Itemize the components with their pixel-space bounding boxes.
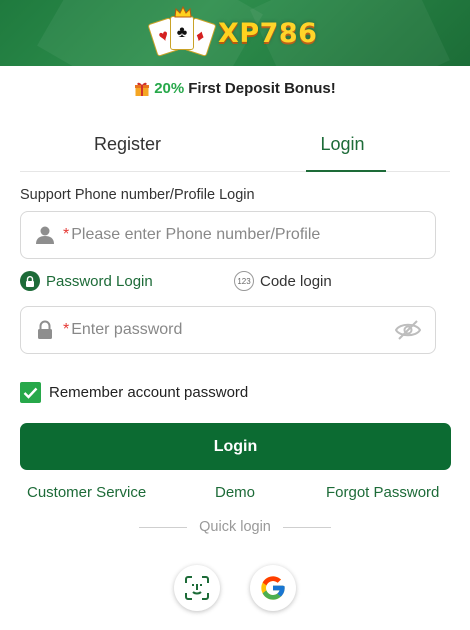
logo-text: XP786 (218, 17, 318, 49)
password-login-label: Password Login (46, 272, 153, 290)
crown-icon (174, 6, 192, 18)
password-input[interactable] (71, 321, 372, 339)
phone-input[interactable] (71, 226, 372, 244)
quick-login-label: Quick login (199, 519, 271, 535)
user-icon (36, 226, 54, 244)
support-label: Support Phone number/Profile Login (20, 187, 255, 203)
password-field[interactable]: * (20, 306, 436, 354)
eye-closed-icon[interactable] (395, 319, 421, 341)
checkmark-icon (23, 387, 38, 399)
header-banner: ♥ ♣ ♦ XP786 (0, 0, 470, 66)
customer-service-link[interactable]: Customer Service (27, 484, 146, 501)
brand-logo: ♥ ♣ ♦ XP786 (147, 6, 318, 60)
google-icon (261, 576, 285, 600)
password-login-option[interactable]: Password Login (20, 271, 153, 291)
tab-register[interactable]: Register (20, 122, 235, 171)
quick-login-divider: Quick login (0, 519, 470, 535)
cards-logo-icon: ♥ ♣ ♦ (147, 6, 217, 58)
lock-icon (38, 320, 52, 339)
bonus-text: First Deposit Bonus! (188, 80, 336, 97)
code-login-option[interactable]: 123 Code login (234, 271, 332, 291)
required-mark: * (63, 226, 70, 243)
required-mark: * (63, 321, 70, 338)
lock-icon (26, 275, 34, 287)
remember-label: Remember account password (49, 384, 249, 401)
phone-field[interactable]: * (20, 211, 436, 259)
google-login-button[interactable] (250, 565, 296, 611)
face-id-button[interactable] (174, 565, 220, 611)
club-card-icon: ♣ (170, 16, 194, 50)
bonus-banner: 20% First Deposit Bonus! (0, 80, 470, 97)
remember-checkbox[interactable] (20, 382, 41, 403)
forgot-password-link[interactable]: Forgot Password (326, 484, 439, 501)
tab-login[interactable]: Login (235, 122, 450, 172)
code-123-icon: 123 (234, 271, 254, 291)
lock-circle-icon (20, 271, 40, 291)
demo-link[interactable]: Demo (215, 484, 255, 501)
code-login-label: Code login (260, 272, 332, 290)
remember-password[interactable]: Remember account password (20, 382, 248, 403)
divider-line (282, 526, 331, 528)
bonus-percent: 20% (154, 80, 185, 97)
divider-line (139, 526, 188, 528)
login-button[interactable]: Login (20, 423, 451, 470)
face-id-icon (185, 576, 209, 600)
gift-icon (135, 82, 150, 96)
auth-tabs: Register Login (20, 122, 450, 172)
